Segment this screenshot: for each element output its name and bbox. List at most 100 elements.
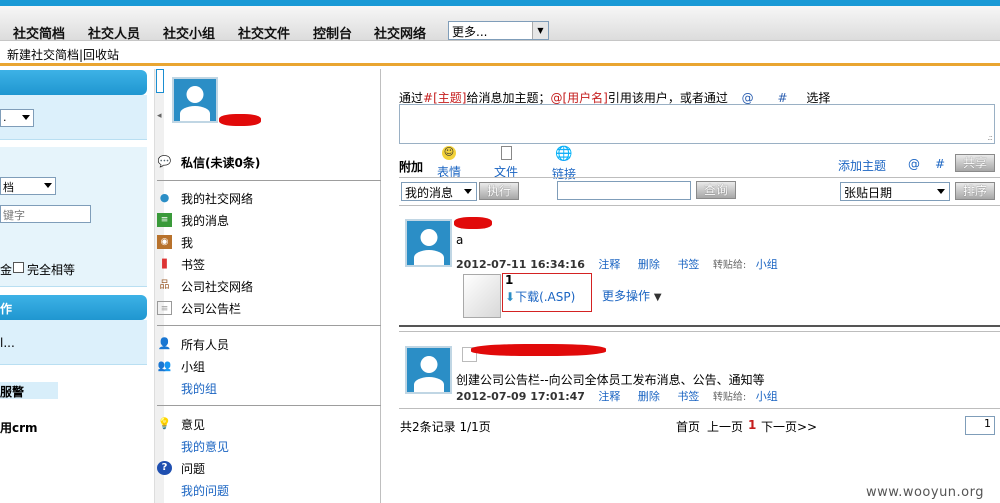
- chevron-down-icon: [464, 189, 472, 194]
- emoji-button[interactable]: ☺ 表情: [429, 146, 469, 180]
- groups-label: 小组: [181, 360, 206, 374]
- file-button[interactable]: 文件: [486, 146, 526, 180]
- hint-at-link[interactable]: @: [742, 91, 754, 105]
- download-icon: ⬇: [505, 290, 516, 304]
- post-2-date: 2012-07-09 17:01:47: [456, 390, 585, 403]
- first-page-link[interactable]: 首页: [676, 418, 700, 435]
- divider: [399, 331, 1000, 332]
- post-2-forward-target[interactable]: 小组: [756, 390, 778, 403]
- left-panel-header-1: [0, 70, 147, 95]
- add-topic-link[interactable]: 添加主题: [838, 157, 886, 174]
- sort-button[interactable]: 排序: [955, 182, 995, 200]
- more-operations-menu[interactable]: 更多操作 ▼: [602, 287, 662, 304]
- execute-button[interactable]: 执行: [479, 182, 519, 200]
- post-2-meta: 2012-07-09 17:01:47 注释 删除 书签 转贴给: 小组: [456, 388, 778, 404]
- divider: [157, 405, 381, 406]
- message-textarea[interactable]: .::: [399, 104, 995, 144]
- attachment-count: 1: [505, 273, 514, 287]
- post-2-comment-link[interactable]: 注释: [598, 390, 620, 403]
- next-page-link[interactable]: 下一页>>: [761, 418, 817, 435]
- private-message-label: 私信(未读0条): [181, 156, 261, 170]
- nav-social-files[interactable]: 社交文件: [238, 23, 290, 42]
- share-button[interactable]: 共享: [955, 154, 995, 172]
- post-1-comment-link[interactable]: 注释: [598, 258, 620, 271]
- post-1-delete-link[interactable]: 删除: [638, 258, 660, 271]
- speech-bubble-icon: ●: [159, 191, 170, 204]
- opinion-label: 意见: [181, 418, 206, 432]
- redacted-author: [454, 217, 492, 229]
- page-number-value: 1: [984, 417, 991, 430]
- message-filter-select[interactable]: 我的消息: [401, 182, 477, 201]
- company-notice-label: 公司公告栏: [181, 302, 242, 316]
- nav-social-profile[interactable]: 社交简档: [13, 23, 65, 42]
- hash-link[interactable]: #: [935, 157, 945, 171]
- mention-link[interactable]: @: [908, 157, 920, 171]
- prev-page-link[interactable]: 上一页: [707, 418, 743, 435]
- redacted-title: [471, 344, 606, 356]
- left-select-2[interactable]: 档: [0, 177, 56, 195]
- speech-bubble-icon: 💬: [157, 155, 172, 168]
- sort-select-value: 张贴日期: [844, 186, 893, 200]
- post-1-meta: 2012-07-11 16:34:16 注释 删除 书签 转贴给: 小组: [456, 256, 778, 272]
- redacted-username: [219, 114, 261, 126]
- nav-social-network[interactable]: 社交网络: [374, 23, 426, 42]
- post-2-text: 创建公司公告栏--向公司全体员工发布消息、公告、通知等: [456, 373, 765, 387]
- bookmark-icon: ▮: [160, 256, 169, 271]
- chevron-down-icon: [937, 189, 945, 194]
- hint-hash-link[interactable]: #: [778, 91, 788, 105]
- new-profile-recycle-link[interactable]: 新建社交简档|回收站: [7, 46, 119, 63]
- left-select-2-value: 档: [3, 181, 14, 194]
- user-avatar[interactable]: [172, 77, 218, 123]
- group-icon: 👥: [157, 359, 172, 372]
- post-2-avatar[interactable]: [405, 346, 452, 394]
- left-panel-3-text[interactable]: l...: [0, 336, 15, 350]
- hint-prefix: 通过: [399, 91, 424, 105]
- nav-social-people[interactable]: 社交人员: [88, 23, 140, 42]
- exact-match-checkbox[interactable]: [13, 262, 24, 273]
- my-question-label: 我的问题: [181, 484, 230, 498]
- divider: [157, 180, 381, 181]
- post-1-avatar[interactable]: [405, 219, 452, 267]
- more-select-value: 更多...: [452, 25, 488, 39]
- page-number-input[interactable]: 1: [965, 416, 995, 435]
- post-1-date: 2012-07-11 16:34:16: [456, 258, 585, 271]
- resize-grip-icon[interactable]: .::: [987, 133, 993, 142]
- more-select[interactable]: 更多... ▼: [448, 21, 549, 40]
- search-input[interactable]: [557, 181, 691, 200]
- crm-link[interactable]: 用crm: [0, 419, 38, 436]
- left-panel-3: l...: [0, 320, 147, 365]
- attachment-file-icon: [463, 274, 501, 318]
- current-page: 1: [748, 418, 757, 432]
- hint-mid: 给消息加主题；: [466, 91, 551, 105]
- file-icon: [500, 146, 512, 160]
- message-icon: ≡: [157, 213, 172, 227]
- sort-select[interactable]: 张贴日期: [840, 182, 950, 201]
- attach-label: 附加: [399, 160, 424, 174]
- divider: [399, 205, 1000, 206]
- divider: [399, 408, 1000, 409]
- divider: [157, 325, 381, 326]
- post-1-forward-target[interactable]: 小组: [756, 258, 778, 271]
- lightbulb-icon: 💡: [157, 417, 172, 430]
- chevron-down-icon: [22, 115, 30, 120]
- middle-panel: 💬 私信(未读0条) ● 我的社交网络 ≡ 我的消息 ◉ 我 ▮ 书签 品 公司…: [157, 69, 381, 503]
- more-operations-label: 更多操作: [602, 289, 651, 303]
- download-link[interactable]: ⬇下载(.ASP): [505, 288, 575, 305]
- nav-console[interactable]: 控制台: [313, 23, 352, 42]
- divider: [399, 325, 1000, 327]
- alarm-tab[interactable]: 服警: [0, 382, 58, 399]
- query-button[interactable]: 查询: [696, 181, 736, 199]
- all-people-label: 所有人员: [181, 338, 230, 352]
- keyword-input[interactable]: 键字: [0, 205, 91, 223]
- post-2-bookmark-link[interactable]: 书签: [677, 390, 699, 403]
- hint-end: 选择: [806, 91, 831, 105]
- left-select-1[interactable]: .: [0, 109, 34, 127]
- question-label: 问题: [181, 462, 206, 476]
- my-messages-label: 我的消息: [181, 214, 230, 228]
- my-groups-label: 我的组: [181, 382, 218, 396]
- main-nav: 社交简档 社交人员 社交小组 社交文件 控制台 社交网络 更多... ▼: [0, 6, 1000, 42]
- post-2-delete-link[interactable]: 删除: [638, 390, 660, 403]
- left-panel: . 档 键字 金 完全相等 作 l... 服警 用crm: [0, 69, 150, 503]
- nav-social-group[interactable]: 社交小组: [163, 23, 215, 42]
- post-1-bookmark-link[interactable]: 书签: [677, 258, 699, 271]
